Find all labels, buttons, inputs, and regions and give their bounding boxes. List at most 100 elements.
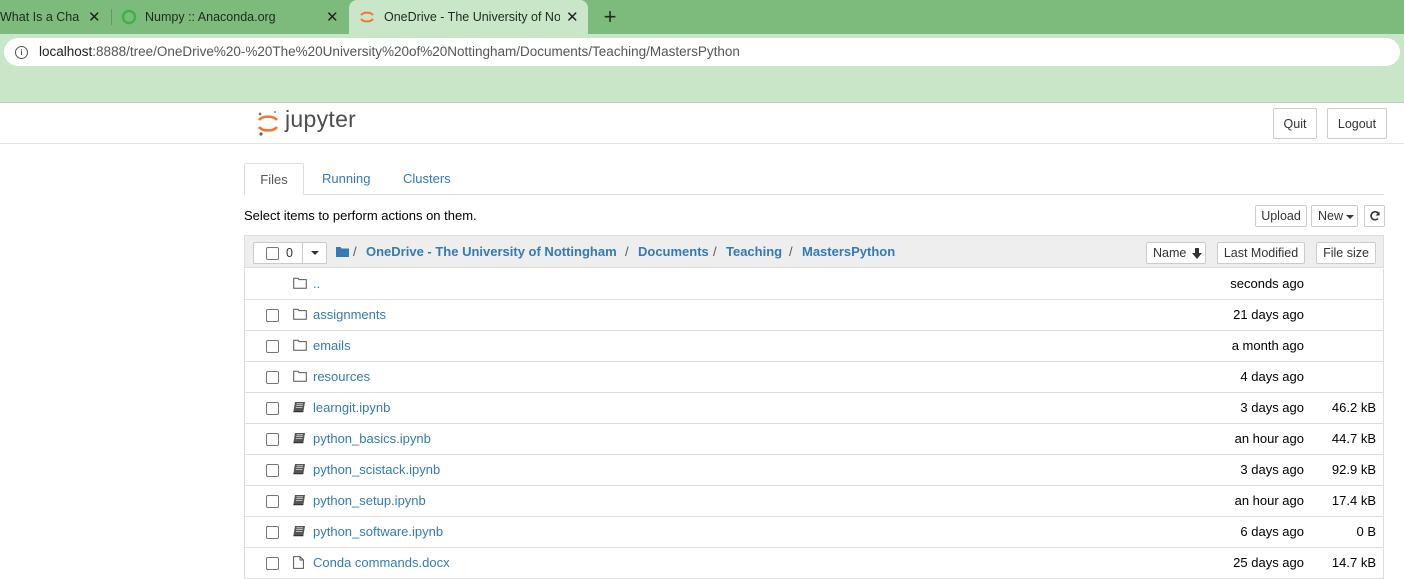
address-bar[interactable]: i localhost:8888/tree/OneDrive%20-%20The…	[4, 38, 1400, 66]
row-checkbox[interactable]	[266, 402, 279, 415]
caret-down-icon	[1346, 215, 1354, 219]
list-item[interactable]: resources 4 days ago	[244, 362, 1384, 393]
item-name-link[interactable]: resources	[313, 369, 370, 384]
tab-title: Numpy :: Anaconda.org	[145, 10, 276, 24]
item-last-modified: an hour ago	[1234, 493, 1304, 508]
instructions-text: Select items to perform actions on them.	[244, 208, 477, 223]
list-item[interactable]: learngit.ipynb 3 days ago 46.2 kB	[244, 393, 1384, 424]
close-tab-icon[interactable]: ✕	[326, 8, 339, 26]
list-item[interactable]: assignments 21 days ago	[244, 300, 1384, 331]
folder-icon	[293, 370, 307, 385]
item-last-modified: an hour ago	[1234, 431, 1304, 446]
refresh-icon	[1369, 211, 1380, 221]
item-last-modified: 6 days ago	[1240, 524, 1304, 539]
breadcrumb-teaching[interactable]: Teaching	[726, 244, 782, 259]
url-host: localhost	[39, 44, 93, 59]
notebook-icon	[293, 401, 306, 416]
row-checkbox[interactable]	[266, 309, 279, 322]
item-name-link[interactable]: emails	[313, 338, 351, 353]
notebook-icon	[293, 463, 306, 478]
browser-tab-active[interactable]: OneDrive - The University of Nott ✕	[349, 0, 588, 34]
arrow-down-icon	[1192, 248, 1202, 259]
new-dropdown-button[interactable]: New	[1311, 205, 1358, 227]
tab-running[interactable]: Running	[322, 163, 370, 194]
item-last-modified: a month ago	[1231, 338, 1304, 353]
select-menu-button[interactable]	[302, 242, 327, 264]
item-file-size: 0 B	[1356, 524, 1376, 539]
caret-down-icon	[311, 251, 319, 255]
item-file-size: 44.7 kB	[1331, 431, 1376, 446]
tab-files[interactable]: Files	[244, 163, 304, 195]
list-item[interactable]: .. seconds ago	[244, 269, 1384, 300]
breadcrumb-onedrive[interactable]: OneDrive - The University of Nottingham	[366, 244, 617, 259]
notebook-icon	[293, 432, 306, 447]
row-checkbox[interactable]	[266, 340, 279, 353]
browser-tab[interactable]: Numpy :: Anaconda.org ✕	[112, 0, 348, 34]
browser-toolbar: i localhost:8888/tree/OneDrive%20-%20The…	[0, 34, 1404, 103]
item-name-link[interactable]: python_basics.ipynb	[313, 431, 431, 446]
breadcrumb-separator: /	[353, 244, 357, 259]
folder-icon[interactable]	[336, 246, 349, 257]
list-item[interactable]: python_setup.ipynb an hour ago 17.4 kB	[244, 486, 1384, 517]
item-last-modified: 21 days ago	[1233, 307, 1304, 322]
list-item[interactable]: python_software.ipynb 6 days ago 0 B	[244, 517, 1384, 548]
row-checkbox[interactable]	[266, 557, 279, 570]
breadcrumb-separator: /	[713, 244, 717, 259]
jupyter-favicon-icon	[360, 11, 374, 23]
close-tab-icon[interactable]: ✕	[566, 8, 579, 26]
quit-button[interactable]: Quit	[1273, 108, 1317, 139]
list-item[interactable]: python_scistack.ipynb 3 days ago 92.9 kB	[244, 455, 1384, 486]
item-last-modified: 25 days ago	[1233, 555, 1304, 570]
logout-button[interactable]: Logout	[1327, 108, 1387, 139]
breadcrumb-separator: /	[789, 244, 793, 259]
folder-icon	[293, 339, 307, 354]
item-name-link[interactable]: Conda commands.docx	[313, 555, 450, 570]
item-file-size: 46.2 kB	[1331, 400, 1376, 415]
sort-size-button[interactable]: File size	[1316, 242, 1376, 264]
browser-tab-strip: What Is a Chan ✕ Numpy :: Anaconda.org ✕…	[0, 0, 1404, 34]
select-all-button[interactable]: 0	[253, 242, 303, 264]
row-checkbox[interactable]	[266, 495, 279, 508]
item-name-link[interactable]: ..	[313, 276, 320, 291]
item-last-modified: seconds ago	[1230, 276, 1304, 291]
row-checkbox[interactable]	[266, 464, 279, 477]
new-tab-icon[interactable]: +	[600, 4, 620, 30]
browser-tab[interactable]: What Is a Chan ✕	[0, 0, 110, 34]
item-last-modified: 3 days ago	[1240, 462, 1304, 477]
refresh-button[interactable]	[1364, 205, 1385, 227]
list-item[interactable]: Conda commands.docx 25 days ago 14.7 kB	[244, 548, 1384, 579]
tab-clusters[interactable]: Clusters	[403, 163, 451, 194]
select-all-checkbox[interactable]	[266, 247, 279, 260]
upload-button[interactable]: Upload	[1255, 205, 1307, 227]
tab-title: What Is a Chan	[0, 10, 80, 24]
dashboard-tabs: Files Running Clusters	[244, 163, 1384, 195]
sort-modified-button[interactable]: Last Modified	[1217, 242, 1305, 264]
sort-name-button[interactable]: Name	[1146, 242, 1206, 264]
jupyter-logo-text[interactable]: jupyter	[285, 106, 356, 133]
item-last-modified: 3 days ago	[1240, 400, 1304, 415]
row-checkbox[interactable]	[266, 526, 279, 539]
item-file-size: 14.7 kB	[1331, 555, 1376, 570]
list-item[interactable]: emails a month ago	[244, 331, 1384, 362]
notebook-icon	[293, 525, 306, 540]
list-item[interactable]: python_basics.ipynb an hour ago 44.7 kB	[244, 424, 1384, 455]
breadcrumb-masterspython[interactable]: MastersPython	[802, 244, 895, 259]
row-checkbox[interactable]	[266, 433, 279, 446]
breadcrumb-documents[interactable]: Documents	[638, 244, 709, 259]
new-label: New	[1318, 209, 1344, 223]
selected-count: 0	[286, 246, 293, 260]
item-file-size: 92.9 kB	[1331, 462, 1376, 477]
item-name-link[interactable]: python_setup.ipynb	[313, 493, 426, 508]
info-icon[interactable]: i	[15, 46, 28, 59]
breadcrumb-separator: /	[625, 244, 629, 259]
file-list-header: 0 / OneDrive - The University of Notting…	[244, 235, 1384, 268]
jupyter-logo-icon[interactable]	[256, 109, 280, 137]
item-name-link[interactable]: python_software.ipynb	[313, 524, 443, 539]
item-name-link[interactable]: learngit.ipynb	[313, 400, 390, 415]
item-name-link[interactable]: python_scistack.ipynb	[313, 462, 440, 477]
close-tab-icon[interactable]: ✕	[88, 8, 101, 26]
row-checkbox[interactable]	[266, 371, 279, 384]
anaconda-icon	[121, 9, 137, 25]
item-name-link[interactable]: assignments	[313, 307, 386, 322]
jupyter-header: jupyter Quit Logout	[0, 103, 1404, 144]
